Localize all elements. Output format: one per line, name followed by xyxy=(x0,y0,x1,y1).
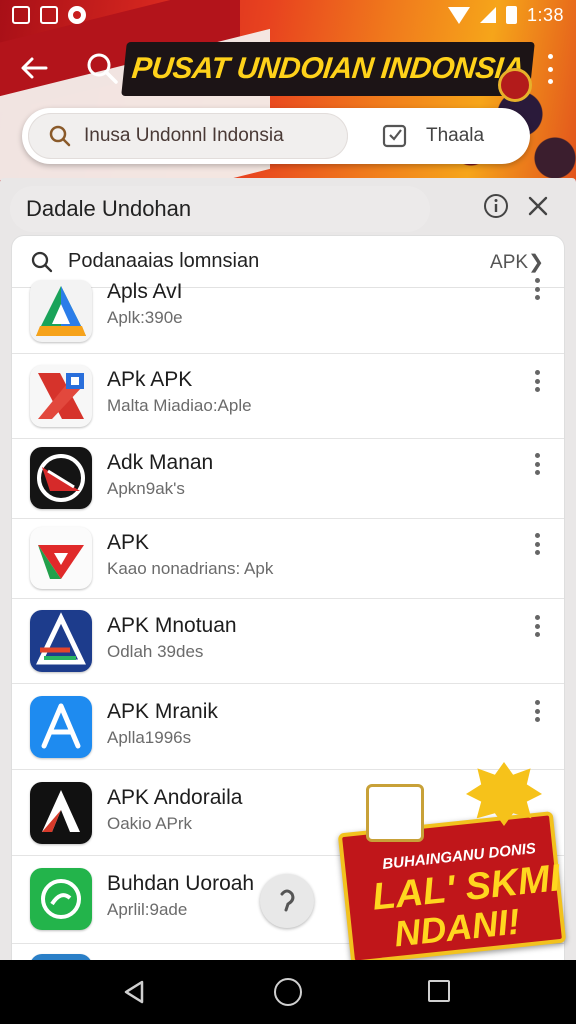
sheet-title: Dadale Undohan xyxy=(10,186,430,232)
app-title: APK Mnotuan xyxy=(107,614,237,637)
back-arrow-icon[interactable] xyxy=(18,52,50,84)
app-icon xyxy=(30,696,92,758)
app-subtitle: Aprlil:9ade xyxy=(107,900,188,919)
app-icon xyxy=(30,868,92,930)
more-options-icon[interactable] xyxy=(534,700,540,722)
app-icon xyxy=(30,610,92,672)
apk-filter-tag[interactable]: APK❯ xyxy=(490,251,544,274)
header-search-text: Inusa Undonnl Indonsia xyxy=(84,125,284,146)
app-subtitle: Malta Miadiao:Aple xyxy=(107,396,252,415)
more-options-icon[interactable] xyxy=(534,370,540,392)
more-options-icon[interactable] xyxy=(548,54,554,84)
app-title: APk APK xyxy=(107,368,193,391)
wifi-icon xyxy=(447,6,470,24)
floating-action-button[interactable] xyxy=(260,874,314,928)
record-notification-icon xyxy=(68,6,86,24)
app-subtitle: Aplk:390e xyxy=(107,308,183,327)
promo-sticker[interactable]: BUHAINGANU DONIS LAL' SKMI NDANI! xyxy=(336,762,568,965)
battery-icon xyxy=(505,6,517,24)
app-subtitle: Odlah 39des xyxy=(107,642,204,661)
more-options-icon[interactable] xyxy=(534,615,540,637)
more-options-icon[interactable] xyxy=(534,533,540,555)
list-item[interactable]: Apls AvI Aplk:390e xyxy=(12,274,564,354)
signal-icon xyxy=(479,7,496,23)
app-icon xyxy=(30,782,92,844)
list-item[interactable]: APk APK Malta Miadiao:Aple xyxy=(12,354,564,439)
status-bar: 1:38 xyxy=(0,0,576,30)
header-right-action-label: Thaala xyxy=(426,125,485,146)
app-icon xyxy=(30,365,92,427)
app-subtitle: Kaao nonadrians: Apk xyxy=(107,559,274,578)
navigation-bar xyxy=(0,960,576,1024)
app-subtitle: Apkn9ak's xyxy=(107,479,185,498)
nav-back-icon[interactable] xyxy=(120,978,148,1006)
nav-recents-icon[interactable] xyxy=(428,980,450,1002)
header-search-field[interactable]: Inusa Undonnl Indonsia xyxy=(28,113,348,159)
list-item[interactable]: APK Mnotuan Odlah 39des xyxy=(12,599,564,684)
list-item[interactable]: APK Kaao nonadrians: Apk xyxy=(12,519,564,599)
garuda-emblem-icon xyxy=(366,784,424,842)
apk-filter-label: APK xyxy=(490,252,529,273)
app-icon xyxy=(30,447,92,509)
banner-title: PUSAT UNDOIAN INDONSIA xyxy=(121,42,535,96)
checkbox-icon xyxy=(382,124,407,148)
search-icon[interactable] xyxy=(84,50,120,86)
app-icon xyxy=(30,527,92,589)
app-title: APK xyxy=(107,531,150,554)
app-title: APK Andoraila xyxy=(107,786,243,809)
list-item[interactable]: APK Mranik Aplla1996s xyxy=(12,684,564,770)
app-title: Adk Manan xyxy=(107,451,214,474)
app-title: APK Mranik xyxy=(107,700,218,723)
app-subtitle: Oakio APrk xyxy=(107,814,193,833)
starburst-icon xyxy=(466,762,542,826)
gallery-notification-icon xyxy=(12,6,30,24)
info-icon[interactable] xyxy=(482,192,510,220)
nav-home-icon[interactable] xyxy=(274,978,302,1006)
close-icon[interactable] xyxy=(526,194,550,218)
search-icon xyxy=(49,125,71,147)
app-title: Apls AvI xyxy=(107,280,183,303)
top-app-bar: PUSAT UNDOIAN INDONSIA xyxy=(0,38,576,102)
more-options-icon[interactable] xyxy=(534,453,540,475)
status-time: 1:38 xyxy=(526,4,564,25)
header-right-action[interactable]: Thaala xyxy=(382,108,484,164)
search-icon xyxy=(31,251,53,272)
app-subtitle: Aplla1996s xyxy=(107,728,192,747)
header-search-pill: Inusa Undonnl Indonsia Thaala xyxy=(22,108,530,164)
photo-notification-icon xyxy=(40,6,58,24)
more-options-icon[interactable] xyxy=(534,278,540,300)
refresh-icon xyxy=(280,889,295,912)
list-item[interactable]: Adk Manan Apkn9ak's xyxy=(12,439,564,519)
garuda-emblem-icon xyxy=(498,68,532,102)
app-title: Buhdan Uoroah xyxy=(107,872,255,895)
app-icon xyxy=(30,280,92,342)
list-search-text: Podanaaias lomnsian xyxy=(68,250,260,272)
header-banner: 1:38 PUSAT UNDOIAN INDONSIA Inusa Undonn… xyxy=(0,0,576,180)
